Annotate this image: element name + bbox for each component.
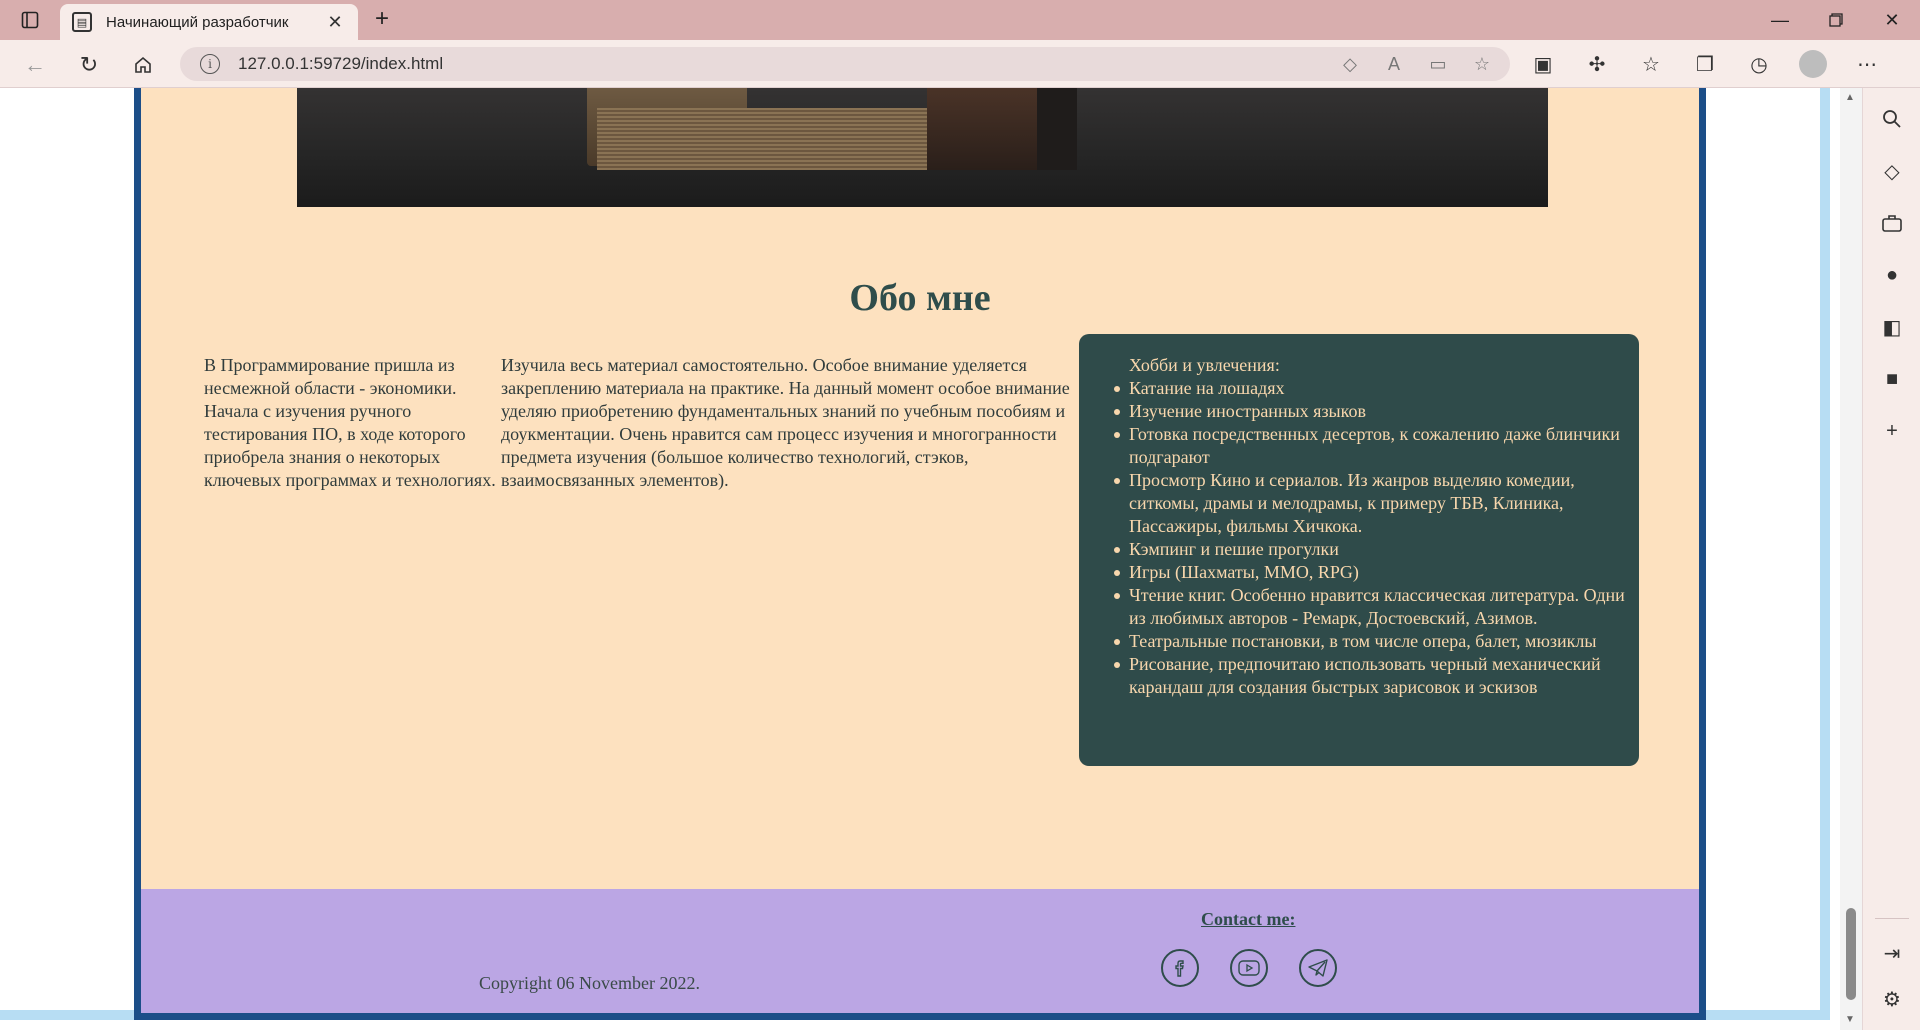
url-actions: ◇ A ▭ ☆ [1338, 52, 1494, 76]
add-favorite-icon[interactable]: ☆ [1470, 52, 1494, 76]
url-field[interactable]: i 127.0.0.1:59729/index.html ◇ A ▭ ☆ [180, 47, 1510, 81]
search-icon[interactable] [1877, 104, 1907, 134]
tools-briefcase-icon[interactable] [1877, 208, 1907, 238]
collections-icon[interactable]: ❐ [1690, 49, 1720, 79]
scroll-down-icon[interactable]: ▼ [1845, 1014, 1855, 1025]
list-item: Просмотр Кино и сериалов. Из жанров выде… [1114, 469, 1644, 538]
outlook-icon[interactable]: ■ [1877, 364, 1907, 394]
list-item: Чтение книг. Особенно нравится классичес… [1114, 584, 1644, 630]
new-tab-button[interactable]: + [368, 6, 396, 34]
add-sidebar-app-icon[interactable]: + [1877, 416, 1907, 446]
contact-link[interactable]: Contact me: [1201, 909, 1295, 930]
extensions-puzzle-icon[interactable]: ✣ [1582, 49, 1612, 79]
list-item: Рисование, предпочитаю использовать черн… [1114, 653, 1644, 699]
book-shape [927, 88, 1047, 170]
tab-actions-icon[interactable] [14, 8, 46, 32]
games-icon[interactable]: ● [1877, 260, 1907, 290]
more-menu-icon[interactable]: ⋯ [1852, 49, 1882, 79]
page-viewport: Обо мне В Программирование пришла из нес… [0, 88, 1840, 1030]
home-icon[interactable] [128, 50, 158, 80]
refresh-icon[interactable]: ↻ [74, 50, 104, 80]
page-container: Обо мне В Программирование пришла из нес… [134, 88, 1706, 1020]
window-controls: — ✕ [1752, 0, 1920, 40]
hobbies-list: Катание на лошадях Изучение иностранных … [1114, 377, 1644, 699]
hide-sidebar-icon[interactable]: ⇥ [1877, 938, 1907, 968]
about-column-2: Изучила весь материал самостоятельно. Ос… [501, 355, 1070, 490]
shopping-tag-icon[interactable]: ◇ [1877, 156, 1907, 186]
list-item: Готовка посредственных десертов, к сожал… [1114, 423, 1644, 469]
list-item: Игры (Шахматы, ММО, RPG) [1114, 561, 1644, 584]
youtube-icon[interactable] [1230, 949, 1268, 987]
telegram-icon[interactable] [1299, 949, 1337, 987]
minimize-button[interactable]: — [1752, 0, 1808, 40]
coupon-tag-icon[interactable]: ◇ [1338, 52, 1362, 76]
browser-tab[interactable]: ▤ Начинающий разработчик ✕ [60, 4, 358, 40]
book-favicon-icon: ▤ [72, 12, 92, 32]
tab-bar: ▤ Начинающий разработчик ✕ + — ✕ [0, 0, 1920, 40]
url-text: 127.0.0.1:59729/index.html [238, 54, 444, 73]
hobbies-card: Хобби и увлечения: Катание на лошадях Из… [1079, 334, 1639, 766]
restore-button[interactable] [1808, 0, 1864, 40]
avatar [1799, 50, 1827, 78]
history-icon[interactable]: ◷ [1744, 49, 1774, 79]
copyright-text: Copyright 06 November 2022. [479, 973, 700, 993]
extension-app-icon[interactable]: ▣ [1528, 49, 1558, 79]
list-item: Театральные постановки, в том числе опер… [1114, 630, 1644, 653]
toolbar-icons: ▣ ✣ ☆ ❐ ◷ ⋯ [1528, 49, 1882, 79]
page-footer: Copyright 06 November 2022. Contact me: [141, 889, 1699, 1013]
tab-title: Начинающий разработчик [106, 13, 289, 31]
office-icon[interactable]: ◧ [1877, 312, 1907, 342]
scroll-up-icon[interactable]: ▲ [1845, 92, 1855, 103]
profile-icon[interactable] [1798, 49, 1828, 79]
books-hero-image [297, 88, 1548, 207]
edge-sidebar: ◇ ● ◧ ■ + ⇥ ⚙ [1862, 88, 1920, 1030]
read-aloud-icon[interactable]: A [1382, 52, 1406, 76]
hobbies-title: Хобби и увлечения: [1129, 355, 1280, 375]
settings-gear-icon[interactable]: ⚙ [1877, 984, 1907, 1014]
book-shadow-shape [1037, 88, 1077, 170]
list-item: Катание на лошадях [1114, 377, 1644, 400]
close-window-button[interactable]: ✕ [1864, 0, 1920, 40]
site-info-icon[interactable]: i [200, 54, 220, 74]
book-pages-shape [597, 108, 957, 170]
list-item: Изучение иностранных языков [1114, 400, 1644, 423]
page-scrollbar[interactable]: ▲ ▼ [1840, 88, 1862, 1030]
immersive-reader-icon[interactable]: ▭ [1426, 52, 1450, 76]
favorites-icon[interactable]: ☆ [1636, 49, 1666, 79]
back-arrow-icon[interactable]: ← [20, 50, 50, 80]
about-title: Обо мне [849, 277, 991, 319]
close-tab-icon[interactable]: ✕ [324, 12, 346, 33]
address-bar: ← ↻ i 127.0.0.1:59729/index.html ◇ A ▭ ☆… [0, 40, 1920, 88]
scroll-thumb[interactable] [1846, 908, 1856, 1000]
sidebar-divider [1875, 918, 1909, 919]
page-frame-right [1820, 88, 1830, 1013]
list-item: Кэмпинг и пешие прогулки [1114, 538, 1644, 561]
about-column-1: В Программирование пришла из несмежной о… [204, 355, 496, 490]
facebook-icon[interactable] [1161, 949, 1199, 987]
